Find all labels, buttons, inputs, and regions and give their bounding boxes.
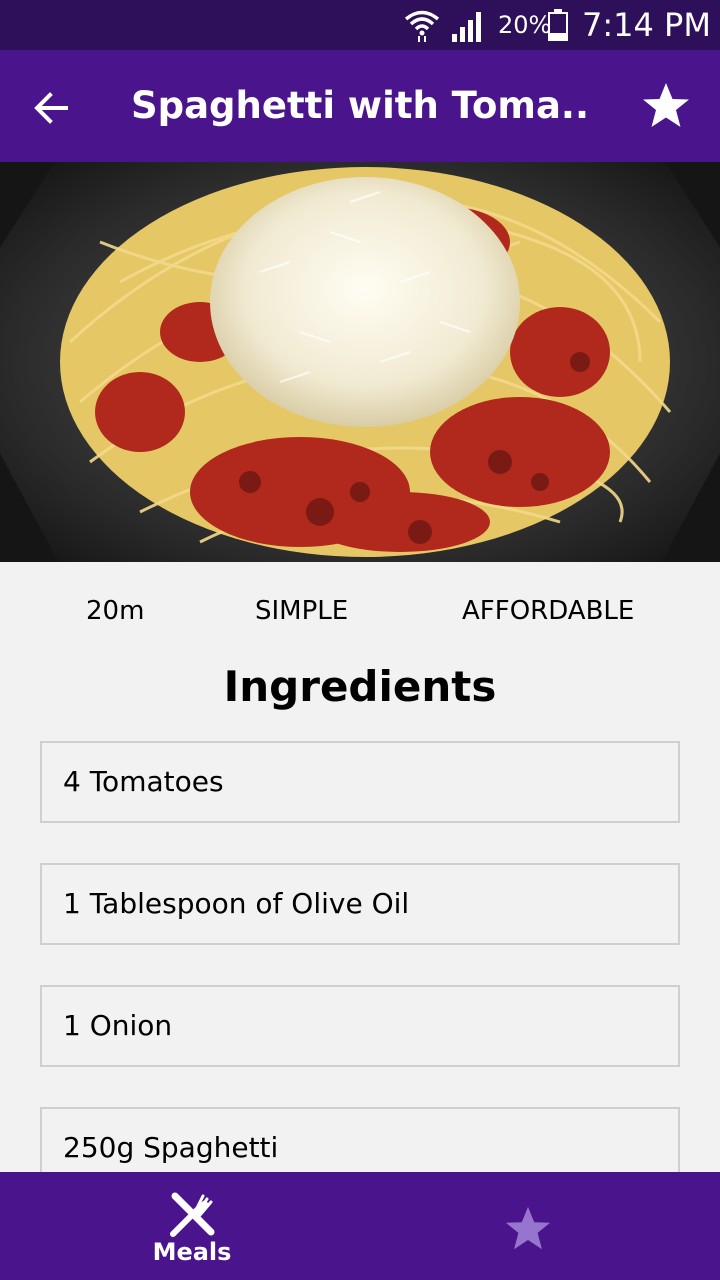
bottom-navigation: Meals bbox=[0, 1172, 720, 1280]
tab-favorites[interactable] bbox=[360, 1172, 720, 1280]
page-title: Spaghetti with Toma.. bbox=[130, 84, 590, 127]
battery-icon bbox=[548, 0, 570, 50]
ingredient-item: 4 Tomatoes bbox=[40, 741, 680, 823]
app-bar: Spaghetti with Toma.. bbox=[0, 50, 720, 162]
ingredients-heading: Ingredients bbox=[223, 662, 497, 711]
ingredient-item: 1 Onion bbox=[40, 985, 680, 1067]
ingredient-item: 1 Tablespoon of Olive Oil bbox=[40, 863, 680, 945]
ingredients-list[interactable]: 4 Tomatoes 1 Tablespoon of Olive Oil 1 O… bbox=[0, 741, 720, 1172]
fork-knife-icon bbox=[167, 1190, 217, 1240]
status-time: 7:14 PM bbox=[582, 6, 711, 44]
meal-image bbox=[0, 162, 720, 562]
signal-icon bbox=[450, 0, 490, 50]
tab-meals[interactable]: Meals bbox=[0, 1172, 360, 1280]
ingredient-item: 250g Spaghetti bbox=[40, 1107, 680, 1172]
wifi-icon bbox=[404, 0, 442, 50]
meal-details: 20m SIMPLE AFFORDABLE bbox=[0, 562, 720, 662]
back-button[interactable] bbox=[30, 86, 74, 130]
arrow-left-icon bbox=[30, 92, 74, 134]
tab-meals-label: Meals bbox=[152, 1238, 232, 1266]
favorite-button[interactable] bbox=[640, 80, 692, 132]
battery-percent: 20% bbox=[498, 11, 552, 39]
meal-duration: 20m bbox=[86, 596, 145, 626]
star-icon bbox=[640, 83, 692, 136]
meal-complexity: SIMPLE bbox=[255, 596, 349, 626]
status-bar: 20% 7:14 PM bbox=[0, 0, 720, 50]
meal-affordability: AFFORDABLE bbox=[462, 596, 635, 626]
star-icon bbox=[503, 1204, 553, 1254]
